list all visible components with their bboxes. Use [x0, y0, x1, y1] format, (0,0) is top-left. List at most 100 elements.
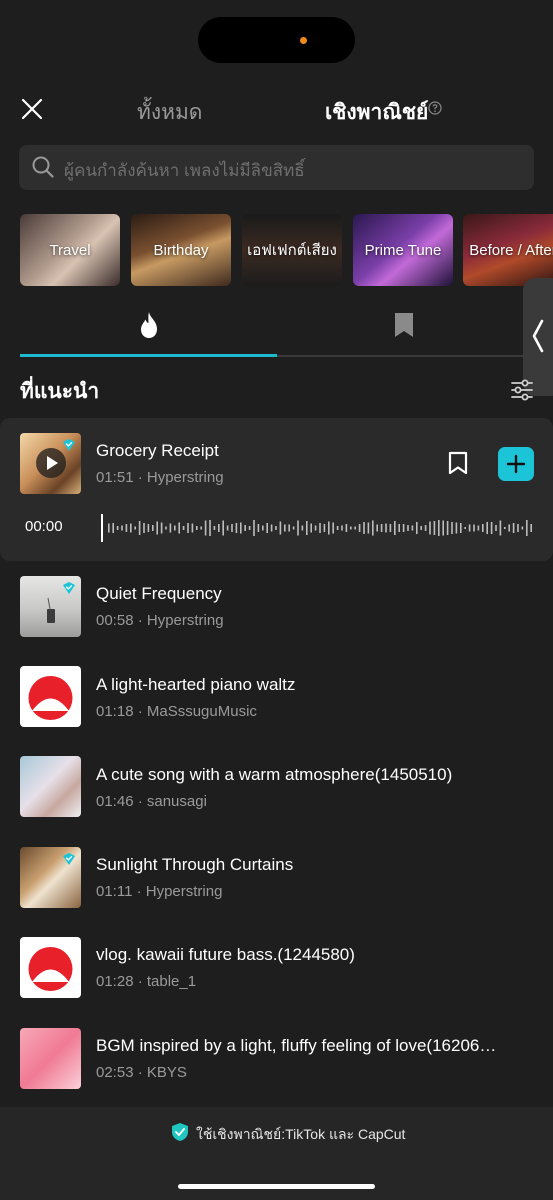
chevron-left-icon[interactable]: [530, 318, 546, 354]
waveform-bar: [174, 525, 176, 531]
waveform-bar: [389, 524, 392, 532]
tab-all[interactable]: ทั้งหมด: [137, 96, 202, 129]
waveform-bar: [363, 522, 365, 534]
waveform-bar: [275, 526, 277, 530]
waveform-bar: [464, 527, 466, 529]
home-indicator[interactable]: [178, 1184, 375, 1189]
waveform-bar: [292, 526, 295, 530]
waveform-bar: [429, 521, 431, 535]
track-title[interactable]: A light-hearted piano waltz: [96, 675, 295, 695]
waveform-bar: [433, 521, 436, 535]
waveform-bar: [407, 525, 409, 531]
track-thumbnail[interactable]: [20, 666, 81, 727]
bookmark-icon[interactable]: [447, 451, 469, 475]
section-title: ที่แนะนำ: [20, 380, 100, 403]
waveform-bar: [490, 522, 493, 534]
waveform-bar: [108, 523, 110, 533]
waveform-bar: [350, 526, 352, 530]
play-icon: [47, 456, 58, 470]
waveform-bar: [240, 522, 242, 534]
track-thumbnail[interactable]: [20, 756, 81, 817]
close-icon[interactable]: [20, 97, 44, 121]
track-thumbnail[interactable]: [20, 1028, 81, 1089]
verified-badge-icon: [63, 582, 75, 594]
track-title[interactable]: A cute song with a warm atmosphere(14505…: [96, 765, 452, 785]
waveform-bar: [253, 520, 255, 536]
waveform-bar: [143, 523, 145, 533]
waveform-bar: [257, 524, 260, 532]
waveform-scrubber[interactable]: [100, 510, 533, 546]
category-label: เอฟเฟกต์เสียง: [247, 241, 337, 259]
waveform-bar: [314, 525, 317, 531]
dynamic-island: [198, 17, 355, 63]
track-meta: 00:58 · Hyperstring: [96, 612, 224, 629]
waveform-bar: [147, 524, 150, 532]
waveform-bar: [204, 520, 207, 536]
waveform-bar: [512, 523, 515, 533]
waveform-bar: [411, 525, 414, 531]
waveform-bar: [182, 526, 185, 530]
track-title[interactable]: Quiet Frequency: [96, 584, 222, 604]
waveform-bar: [394, 521, 396, 535]
filter-sliders-icon[interactable]: [510, 379, 534, 401]
track-meta: 01:11 · Hyperstring: [96, 883, 223, 900]
playback-time: 00:00: [25, 518, 63, 535]
waveform-bar: [460, 523, 462, 533]
waveform-bar: [438, 520, 440, 536]
fire-icon[interactable]: [136, 311, 162, 339]
waveform-bar: [288, 524, 290, 532]
waveform-bar: [178, 522, 180, 534]
category-birthday[interactable]: Birthday: [131, 214, 231, 286]
category-label: Travel: [49, 241, 91, 259]
category-travel[interactable]: Travel: [20, 214, 120, 286]
waveform-bar: [328, 521, 330, 535]
search-placeholder[interactable]: ผู้คนกำลังค้นหา เพลงไม่มีลิขสิทธิ์: [64, 157, 305, 184]
waveform-bar: [345, 524, 348, 532]
waveform-bar: [169, 523, 172, 533]
waveform-bar: [319, 523, 321, 533]
segment-active-indicator: [20, 354, 277, 357]
waveform-bar: [222, 520, 224, 536]
track-title: Grocery Receipt: [96, 441, 219, 460]
waveform-bar: [499, 520, 502, 536]
waveform-bar: [358, 524, 361, 532]
waveform-bar: [200, 526, 202, 530]
waveform-bar: [165, 526, 167, 530]
add-track-button[interactable]: [498, 447, 534, 481]
play-button[interactable]: [36, 448, 66, 478]
track-title[interactable]: vlog. kawaii future bass.(1244580): [96, 945, 355, 965]
playhead[interactable]: [101, 514, 103, 542]
waveform-bar: [156, 521, 158, 535]
category-before-after[interactable]: Before / After: [463, 214, 553, 286]
category-sound-effects[interactable]: เอฟเฟกต์เสียง: [242, 214, 342, 286]
help-circle-icon[interactable]: [428, 101, 442, 115]
category-label: Prime Tune: [364, 241, 442, 259]
bookmark-icon[interactable]: [393, 312, 415, 338]
waveform-bar: [341, 525, 343, 531]
track-title[interactable]: Sunlight Through Curtains: [96, 855, 293, 875]
waveform-bar: [451, 522, 453, 534]
waveform-bar: [231, 524, 233, 532]
waveform-bar: [482, 524, 484, 532]
waveform-bar: [160, 522, 163, 534]
waveform-bar: [354, 526, 356, 530]
commercial-use-text: ใช้เชิงพาณิชย์:TikTok และ CapCut: [196, 1126, 406, 1142]
waveform-bar: [138, 521, 141, 535]
waveform-bar: [279, 521, 282, 535]
track-title[interactable]: BGM inspired by a light, fluffy feeling …: [96, 1036, 496, 1056]
track-meta: 01:51 · Hyperstring: [96, 469, 224, 486]
waveform-bar: [420, 526, 422, 530]
waveform-bar: [477, 525, 480, 531]
track-thumbnail[interactable]: [20, 937, 81, 998]
waveform-bar: [416, 522, 418, 534]
waveform-bar: [209, 520, 211, 536]
tab-commercial[interactable]: เชิงพาณิชย์: [325, 96, 428, 129]
waveform-bar: [112, 523, 114, 533]
red-circle-logo: [28, 676, 73, 720]
waveform-bar: [196, 526, 198, 530]
waveform-bar: [446, 521, 449, 535]
waveform-bar: [306, 521, 308, 535]
category-prime-tune[interactable]: Prime Tune: [353, 214, 453, 286]
waveform-bar: [521, 526, 524, 530]
waveform-bar: [134, 526, 136, 530]
